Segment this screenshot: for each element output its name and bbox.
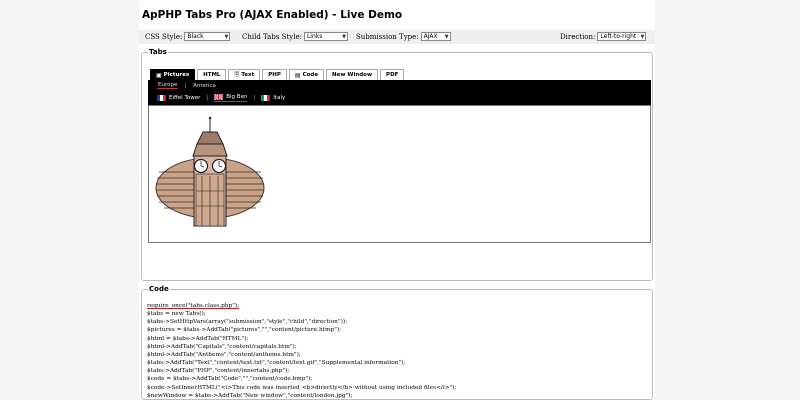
subtab-america[interactable]: America <box>192 83 217 89</box>
childtab-bar: Eiffel Tower | Big Ben | Italy <box>157 94 285 102</box>
direction-value: Left-to-right <box>600 33 637 40</box>
childtab-label: Big Ben <box>226 94 248 100</box>
childtab-separator: | <box>253 95 256 101</box>
tab-content <box>148 105 651 243</box>
tab-php[interactable]: PHP <box>262 69 287 80</box>
code-line: $code = $tabs->AddTab("Code","","content… <box>147 376 313 383</box>
code-listing: require_once("tabs.class.php"); $tabs = … <box>147 302 456 400</box>
code-line: $code->SetInnerHTML("<i>This code was in… <box>147 384 457 391</box>
tab-label: PDF <box>386 72 399 78</box>
tab-pictures[interactable]: ▣ Pictures <box>150 69 196 80</box>
direction-setting: Direction: Left-to-right ▼ <box>560 32 647 41</box>
tab-pdf[interactable]: PDF <box>380 69 405 80</box>
tab-label: HTML <box>203 72 221 78</box>
css-style-value: Black <box>187 33 204 40</box>
code-line: $pictures = $tabs->AddTab("pictures","",… <box>147 327 342 334</box>
tab-bar: ▣ Pictures HTML 🗎 Text PHP ▤ Code New Wi… <box>150 69 406 80</box>
childtab-big-ben[interactable]: Big Ben <box>214 94 248 102</box>
tab-label: Code <box>302 72 319 78</box>
css-style-label: CSS Style: <box>145 32 183 41</box>
childtab-label: Eiffel Tower <box>169 94 201 101</box>
childtab-separator: | <box>206 95 209 101</box>
code-line: $tabs->SetHttpVars(array("submission","s… <box>147 319 348 326</box>
code-line: $tabs->AddTab("Text","content/text.txt",… <box>147 360 406 367</box>
code-fieldset: Code require_once("tabs.class.php"); $ta… <box>141 285 653 400</box>
tabs-legend: Tabs <box>149 48 167 56</box>
subtab-europe[interactable]: Europe <box>157 82 179 89</box>
page-title: ApPHP Tabs Pro (AJAX Enabled) - Live Dem… <box>142 9 403 21</box>
child-tabs-style-value: Links <box>306 33 323 40</box>
big-ben-image <box>155 116 265 227</box>
childtab-italy[interactable]: Italy <box>261 94 286 102</box>
code-line: $tabs->AddTab("PHP","content/innertabs.p… <box>147 368 290 375</box>
submission-type-select[interactable]: AJAX ▼ <box>420 32 451 41</box>
code-line: $newWindow = $tabs->AddTab("New window",… <box>147 392 353 399</box>
tab-new-window[interactable]: New Window <box>326 69 379 80</box>
tab-text[interactable]: 🗎 Text <box>228 69 261 80</box>
page: ApPHP Tabs Pro (AJAX Enabled) - Live Dem… <box>139 0 655 400</box>
chevron-down-icon: ▼ <box>444 33 449 40</box>
code-legend: Code <box>149 285 169 293</box>
code-line: $html->AddTab("Anthems","content/anthems… <box>147 351 301 358</box>
submission-type-label: Submission Type: <box>356 32 419 41</box>
code-line: $html->AddTab("Capitals","content/capita… <box>147 343 297 350</box>
code-line: require_once("tabs.class.php"); <box>147 303 240 309</box>
italy-flag-icon <box>261 94 271 101</box>
childtab-eiffel-tower[interactable]: Eiffel Tower <box>157 94 201 102</box>
tab-panel-header: Europe | America Eiffel Tower | Big Ben … <box>148 80 651 105</box>
chevron-down-icon: ▼ <box>224 33 229 40</box>
submission-type-value: AJAX <box>423 33 438 40</box>
code-line: $tabs = new Tabs(); <box>147 311 206 318</box>
text-file-icon: 🗎 <box>234 71 240 78</box>
uk-flag-icon <box>214 94 224 100</box>
tab-label: New Window <box>332 72 373 78</box>
tab-code[interactable]: ▤ Code <box>288 69 325 80</box>
direction-label: Direction: <box>560 32 596 41</box>
code-line: $html = $tabs->AddTab("HTML"); <box>147 335 249 342</box>
chevron-down-icon: ▼ <box>640 33 645 40</box>
child-tabs-style-label: Child Tabs Style: <box>242 32 302 41</box>
submission-type-setting: Submission Type: AJAX ▼ <box>356 32 451 41</box>
tab-html[interactable]: HTML <box>197 69 227 80</box>
tabs-fieldset: Tabs ▣ Pictures HTML 🗎 Text PHP ▤ Code N… <box>141 48 653 281</box>
child-tabs-style-setting: Child Tabs Style: Links ▼ <box>242 32 348 41</box>
tab-label: Text <box>241 72 255 78</box>
tab-label: Pictures <box>163 72 190 78</box>
css-style-select[interactable]: Black ▼ <box>184 32 231 41</box>
image-icon: ▣ <box>156 71 162 79</box>
child-tabs-style-select[interactable]: Links ▼ <box>303 32 348 41</box>
france-flag-icon <box>157 94 166 101</box>
subtab-bar: Europe | America <box>157 82 217 89</box>
chevron-down-icon: ▼ <box>342 33 346 40</box>
tab-label: PHP <box>268 72 281 78</box>
subtab-separator: | <box>184 82 187 89</box>
childtab-label: Italy <box>273 94 286 101</box>
direction-select[interactable]: Left-to-right ▼ <box>597 32 647 41</box>
code-file-icon: ▤ <box>294 71 301 79</box>
css-style-setting: CSS Style: Black ▼ <box>145 32 231 41</box>
settings-bar: CSS Style: Black ▼ Child Tabs Style: Lin… <box>139 30 655 44</box>
